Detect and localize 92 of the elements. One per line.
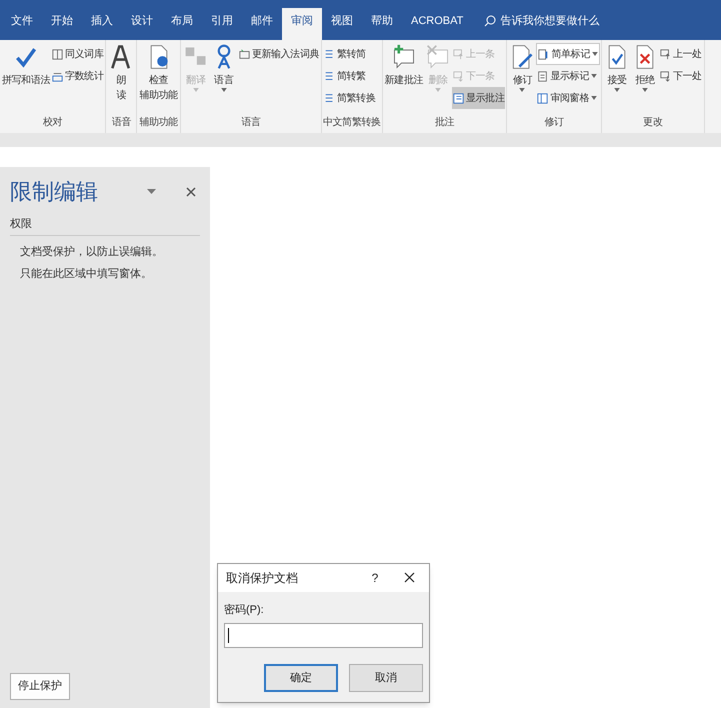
button-label: 拼写和语法 (2, 74, 50, 88)
comment-up-icon (660, 48, 671, 60)
ribbon-small-button[interactable]: 简转繁 (323, 65, 376, 87)
group-label: 校对 (42, 116, 64, 130)
group-label: 更改 (642, 116, 664, 130)
ribbon-small-button[interactable]: 审阅窗格 (536, 87, 600, 109)
ribbon-tab[interactable]: 视图 (322, 8, 362, 40)
ribbon-small-button[interactable]: 下一处 (658, 65, 703, 87)
ribbon-tab[interactable]: 布局 (162, 8, 202, 40)
ok-button[interactable]: 确定 (264, 664, 338, 692)
pane-title: 限制编辑 (10, 178, 99, 206)
ribbon-button[interactable]: 拒绝 (630, 40, 659, 92)
group-label: 辅助功能 (138, 116, 179, 130)
stop-protection-button[interactable]: 停止保护 (10, 673, 70, 700)
cancel-button[interactable]: 取消 (349, 664, 423, 692)
close-icon (404, 572, 414, 583)
pane-icon (537, 92, 548, 104)
caret-icon (614, 88, 620, 92)
button-label: 翻译 (186, 74, 206, 88)
caret-icon (590, 96, 597, 100)
ribbon-button[interactable]: 语言 (210, 40, 238, 92)
ribbon-tab[interactable]: 邮件 (242, 8, 282, 40)
ribbon-tab[interactable]: ACROBAT (402, 8, 472, 40)
caret-icon (590, 74, 597, 78)
button-label: 拒绝 (635, 74, 654, 88)
button-label: 检查 (149, 74, 168, 88)
button-label: 朗 (116, 74, 126, 88)
password-field[interactable] (224, 623, 423, 648)
caret-icon (192, 88, 199, 92)
ribbon-small-button[interactable]: 简单标记 (536, 43, 600, 65)
character-convert-icon (324, 48, 336, 60)
ribbon-button[interactable]: 新建批注 (384, 40, 424, 88)
search-icon (484, 15, 496, 27)
caret-icon (220, 88, 227, 92)
button-label: 修订 (512, 74, 532, 88)
dictionary-icon (238, 48, 250, 60)
button-label: 语言 (214, 74, 234, 88)
markup-icon (538, 48, 550, 60)
ribbon-tab[interactable]: 帮助 (362, 8, 402, 40)
button-label: 读 (116, 88, 126, 103)
ribbon-tab[interactable]: 引用 (202, 8, 242, 40)
caret-icon (519, 88, 526, 92)
comment-down-icon (660, 70, 671, 82)
ribbon-button[interactable]: 朗 读 (107, 40, 136, 103)
close-icon[interactable] (186, 186, 196, 196)
page-icon (537, 70, 548, 82)
dialog-title: 取消保护文档 (226, 570, 299, 586)
group-label: 语言 (240, 116, 262, 130)
group-label: 语音 (110, 116, 132, 130)
comment-pane-icon (453, 92, 464, 104)
help-button[interactable]: ? (361, 568, 389, 586)
ribbon-small-button[interactable]: 显示标记 (536, 65, 600, 87)
password-label: 密码(P): (224, 602, 265, 618)
ribbon-tab[interactable]: 文件 (2, 8, 42, 40)
group-label: 批注 (434, 116, 456, 130)
caret-icon (642, 88, 648, 92)
ribbon-tab[interactable]: 插入 (82, 8, 122, 40)
button-label: 新建批注 (384, 74, 424, 88)
ribbon-button[interactable]: 接受 (602, 40, 631, 92)
button-label: 辅助功能 (139, 88, 178, 103)
caret-icon[interactable] (147, 189, 156, 194)
ribbon-small-button[interactable]: 显示批注 (452, 87, 506, 109)
group-label: 中文简繁转换 (323, 116, 381, 130)
caret-icon (592, 52, 598, 56)
protection-message: 只能在此区域中填写窗体。 (20, 266, 153, 282)
ribbon-small-button[interactable]: 更新输入法词典 (238, 43, 320, 65)
ribbon-small-button[interactable]: 上一处 (658, 43, 703, 65)
ribbon-small-button[interactable]: 繁转简 (323, 43, 376, 65)
ribbon-button[interactable]: 检查 辅助功能 (138, 40, 179, 103)
text-cursor (228, 628, 229, 643)
tell-me-search[interactable]: 告诉我你想要做什么 (484, 8, 600, 40)
ribbon-button[interactable]: 拼写和语法 (1, 40, 52, 88)
section-heading: 权限 (10, 216, 200, 236)
ribbon-small-button[interactable]: 同义词库 (51, 43, 104, 65)
ribbon-button[interactable]: 修订 (508, 40, 536, 92)
ribbon-small-button[interactable]: 字数统计 (51, 65, 104, 87)
ribbon-tab[interactable]: 设计 (122, 8, 162, 40)
ribbon-small-button[interactable]: 简繁转换 (323, 87, 376, 109)
ribbon-tab[interactable]: 审阅 (282, 8, 322, 40)
comment-down-icon (453, 70, 464, 82)
ribbon-tab[interactable]: 开始 (42, 8, 82, 40)
button-label: 删除 (428, 74, 448, 88)
button-label: 接受 (607, 74, 626, 88)
comment-up-icon (453, 48, 464, 60)
caret-icon (435, 88, 442, 92)
protection-message: 文档受保护，以防止误编辑。 (20, 244, 164, 260)
book-icon (52, 48, 64, 60)
abc-counter-icon (52, 70, 64, 82)
character-convert-icon (324, 70, 336, 82)
character-convert-icon (324, 92, 336, 104)
group-label: 修订 (544, 116, 565, 130)
tell-me-placeholder: 告诉我你想要做什么 (500, 14, 600, 29)
